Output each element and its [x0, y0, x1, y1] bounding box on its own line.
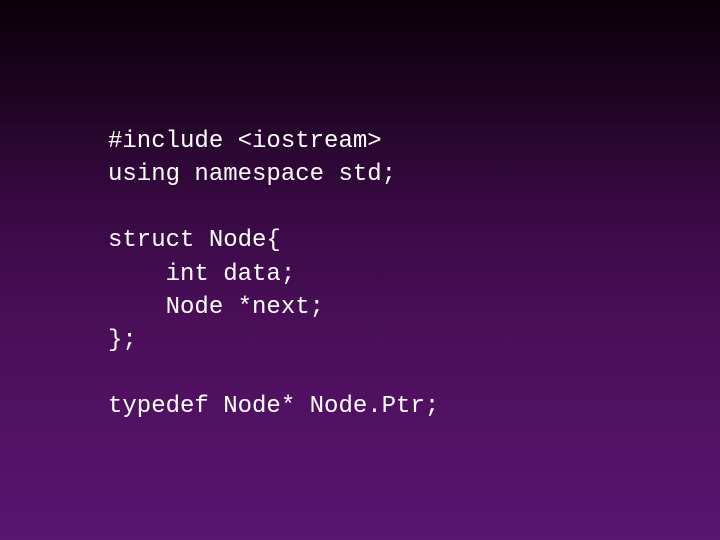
- code-line: Node *next;: [108, 294, 324, 321]
- code-line: int data;: [108, 261, 295, 288]
- code-line: typedef Node* Node.Ptr;: [108, 393, 439, 420]
- code-line: #include <iostream>: [108, 128, 382, 155]
- code-line: struct Node{: [108, 227, 281, 254]
- slide: #include <iostream> using namespace std;…: [0, 0, 720, 540]
- code-line: using namespace std;: [108, 161, 396, 188]
- code-line: };: [108, 327, 137, 354]
- code-block: #include <iostream> using namespace std;…: [108, 92, 720, 456]
